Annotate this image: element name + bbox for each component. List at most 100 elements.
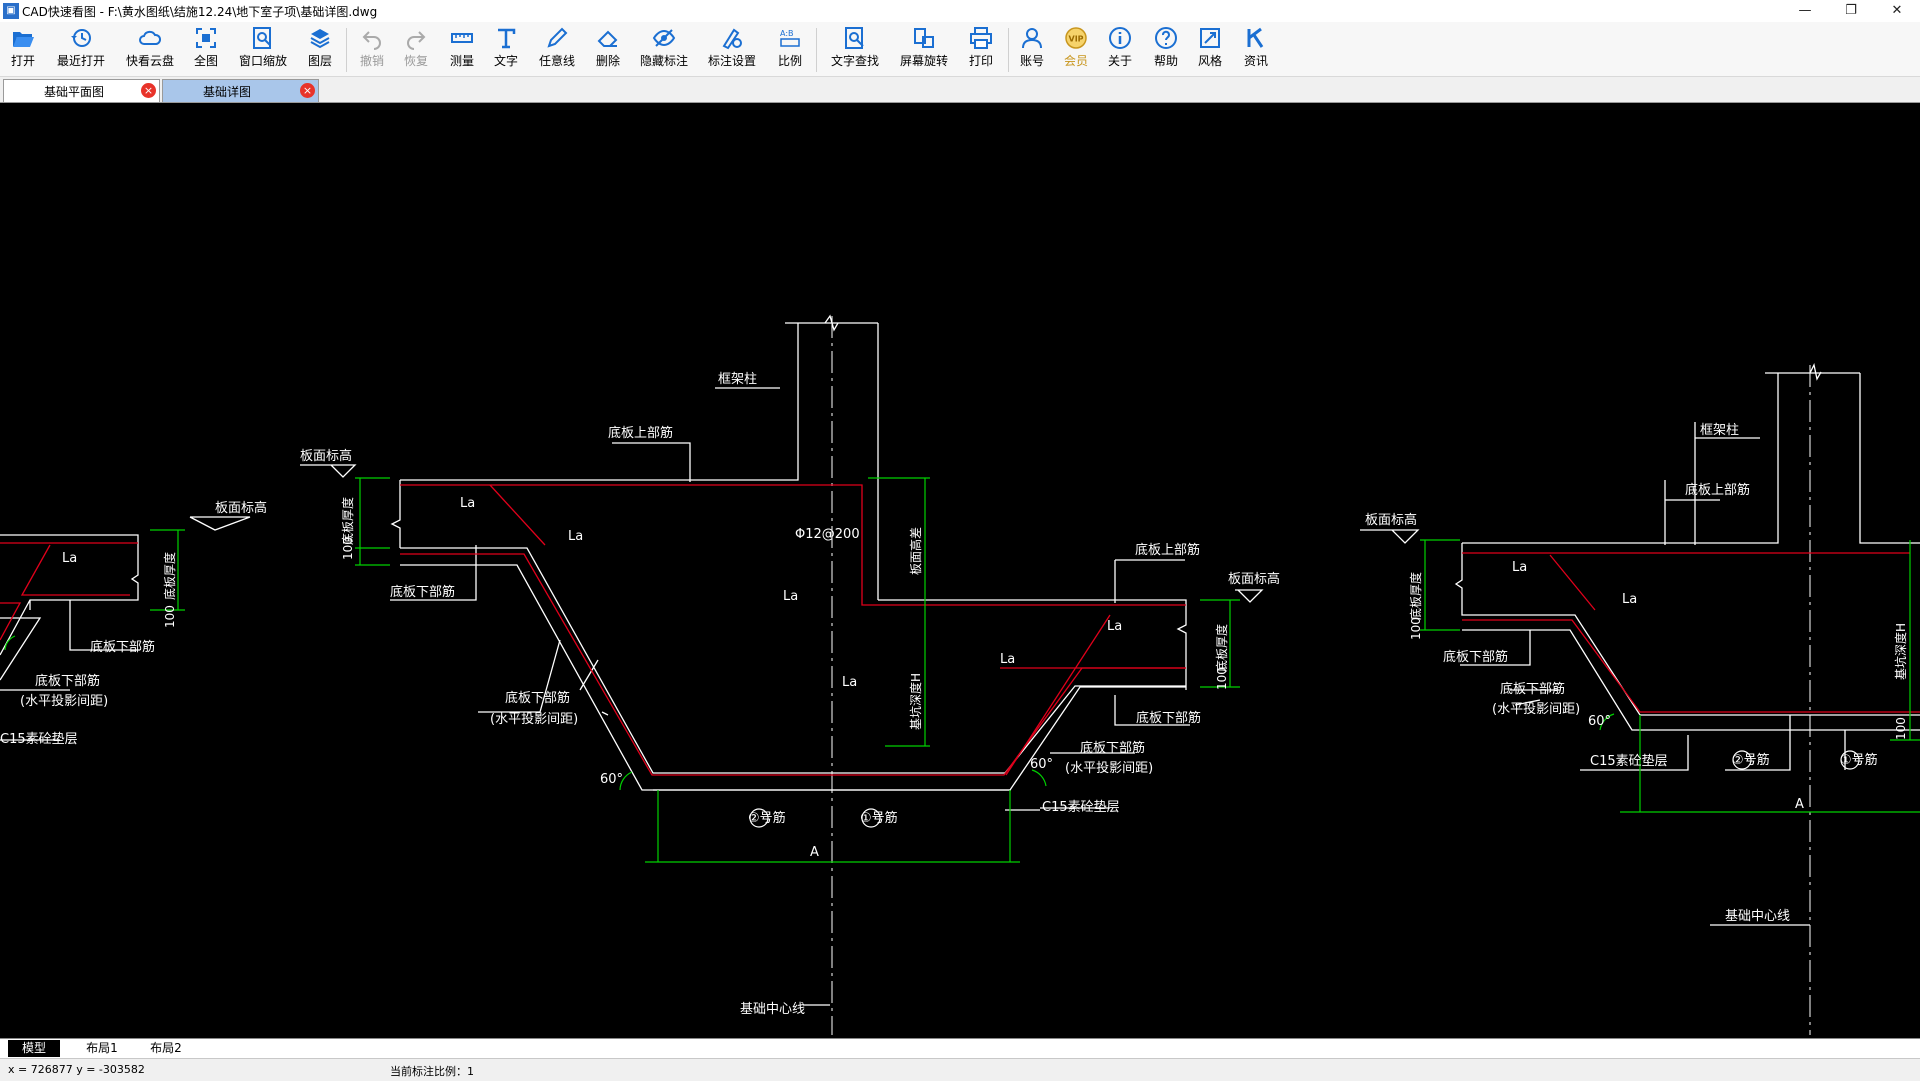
- slab-top-profile: [400, 547, 1186, 774]
- hide-marks-button[interactable]: 隐藏标注: [634, 24, 694, 74]
- cursor-coordinates: x = 726877 y = -303582: [8, 1063, 145, 1076]
- pen-icon: [547, 27, 568, 48]
- bar2-label: ②号筋: [1732, 752, 1770, 768]
- printer-icon: [970, 27, 992, 49]
- ruler-icon: [451, 33, 473, 43]
- undo-button[interactable]: 撤销: [352, 24, 392, 74]
- dim-100-label: 100: [1894, 717, 1908, 740]
- la-label: La: [1512, 560, 1527, 575]
- help-icon: [1155, 27, 1177, 49]
- tab-foundation-detail[interactable]: 基础详图 ×: [162, 79, 319, 102]
- tab-layout2[interactable]: 布局2: [136, 1040, 196, 1057]
- freeline-button[interactable]: 任意线: [532, 24, 582, 74]
- about-button[interactable]: 关于: [1100, 24, 1140, 74]
- close-button[interactable]: ✕: [1874, 0, 1920, 22]
- frame-column-label: 框架柱: [1700, 423, 1739, 438]
- open-button[interactable]: 打开: [2, 24, 44, 74]
- style-button[interactable]: 风格: [1190, 24, 1230, 74]
- recent-button[interactable]: 最近打开: [50, 24, 112, 74]
- delete-button[interactable]: 删除: [588, 24, 628, 74]
- close-tab-icon[interactable]: ×: [300, 83, 315, 98]
- fit-view-icon: [196, 28, 216, 48]
- find-text-button[interactable]: 文字查找: [822, 24, 888, 74]
- vip-button[interactable]: VIP 会员: [1056, 24, 1096, 74]
- rebar-spec-label: Φ12@200: [795, 527, 860, 542]
- account-button[interactable]: 账号: [1012, 24, 1052, 74]
- tab-model[interactable]: 模型: [8, 1040, 60, 1057]
- print-button[interactable]: 打印: [960, 24, 1002, 74]
- slab-thickness-label: 底板厚度: [1214, 624, 1229, 672]
- right-leaders: [1460, 630, 1846, 771]
- tab-foundation-plan[interactable]: 基础平面图 ×: [3, 79, 160, 102]
- dimension-a-label: A: [810, 845, 819, 860]
- bottom-rebar-proj-note: (水平投影间距): [1065, 760, 1153, 776]
- help-button[interactable]: 帮助: [1146, 24, 1186, 74]
- la-label: La: [1107, 619, 1122, 634]
- left-detail-leaders: [0, 600, 140, 741]
- rebar-lines: [0, 484, 1920, 776]
- bottom-rebar-proj-label: 底板下部筋: [505, 690, 570, 706]
- user-icon: [1022, 28, 1042, 49]
- fullview-button[interactable]: 全图: [186, 24, 226, 74]
- measure-button[interactable]: 测量: [442, 24, 482, 74]
- window-zoom-button[interactable]: 窗口缩放: [232, 24, 294, 74]
- layout-tab-bar: 模型 布局1 布局2: [0, 1038, 1920, 1059]
- toolbar-separator: [1008, 28, 1009, 72]
- angle-arc: [4, 635, 16, 651]
- status-bar: x = 726877 y = -303582 当前标注比例：1: [0, 1058, 1920, 1081]
- bottom-rebar-proj-label: 底板下部筋: [35, 673, 100, 689]
- text-button[interactable]: 文字: [486, 24, 526, 74]
- window-zoom-icon: [253, 27, 271, 49]
- angle-label: 60°: [600, 772, 623, 787]
- leader-lines: [390, 387, 780, 716]
- slab-elevation-label: 板面标高: [215, 500, 267, 516]
- la-label: La: [568, 529, 583, 544]
- bar1-label: ①号筋: [1840, 752, 1878, 768]
- cloud-button[interactable]: 快看云盘: [120, 24, 180, 74]
- la-label: La: [783, 589, 798, 604]
- top-rebar-label: 底板上部筋: [1135, 542, 1200, 558]
- redo-button[interactable]: 恢复: [396, 24, 436, 74]
- right-frame-column: [1462, 372, 1920, 544]
- bottom-rebar-proj-note: (水平投影间距): [20, 693, 108, 709]
- restore-button[interactable]: ❐: [1828, 0, 1874, 22]
- news-button[interactable]: 资讯: [1236, 24, 1276, 74]
- slab-edge: [390, 480, 401, 548]
- dimension-lines: [150, 477, 1920, 863]
- rotate-screen-icon: [914, 28, 934, 48]
- window-title: CAD快速看图 - F:\黄水图纸\结施12.24\地下室子项\基础详图.dwg: [22, 5, 378, 19]
- elevation-symbol: [189, 516, 251, 531]
- angle-label: 60°: [1030, 757, 1053, 772]
- slab-right-edge: [878, 599, 1187, 690]
- eraser-icon: [597, 30, 618, 47]
- bar2-label: ②号筋: [748, 810, 786, 826]
- drawing-canvas[interactable]: 框架柱 底板上部筋 板面标高 底板下部筋 底板下部筋 (水平投影间距) La L…: [0, 103, 1920, 1038]
- rebar: [400, 553, 1186, 776]
- bottom-rebar-label: 底板下部筋: [390, 584, 455, 600]
- info-icon: [1109, 27, 1131, 49]
- layers-button[interactable]: 图层: [300, 24, 340, 74]
- dimension: [355, 477, 390, 566]
- leader-lines: [803, 809, 1040, 1006]
- rotate-screen-button[interactable]: 屏幕旋转: [892, 24, 956, 74]
- bottom-rebar-proj-label: 底板下部筋: [1080, 740, 1145, 756]
- close-tab-icon[interactable]: ×: [141, 83, 156, 98]
- scale-button[interactable]: A:B 比例: [770, 24, 810, 74]
- tab-layout1[interactable]: 布局1: [72, 1040, 132, 1057]
- style-icon: [1200, 28, 1220, 48]
- minimize-button[interactable]: —: [1782, 0, 1828, 22]
- pit-depth-label: 基坑深度H: [908, 673, 923, 730]
- bar1-label: ①号筋: [860, 810, 898, 826]
- text-icon: [498, 28, 516, 49]
- bottom-rebar-proj-label: 底板下部筋: [1500, 681, 1565, 697]
- toolbar-separator: [816, 28, 817, 72]
- mark-settings-button[interactable]: 标注设置: [702, 24, 762, 74]
- cloud-icon: [139, 30, 162, 45]
- scale-icon: A:B: [780, 29, 800, 47]
- c15-layer-label: C15素砼垫层: [1042, 799, 1120, 815]
- slab-elevation-label: 板面标高: [1365, 512, 1417, 528]
- elevation-symbol: [1360, 529, 1420, 544]
- folder-open-icon: [13, 32, 34, 47]
- dimension: [1420, 539, 1460, 631]
- dimension-a-label: A: [1795, 797, 1804, 812]
